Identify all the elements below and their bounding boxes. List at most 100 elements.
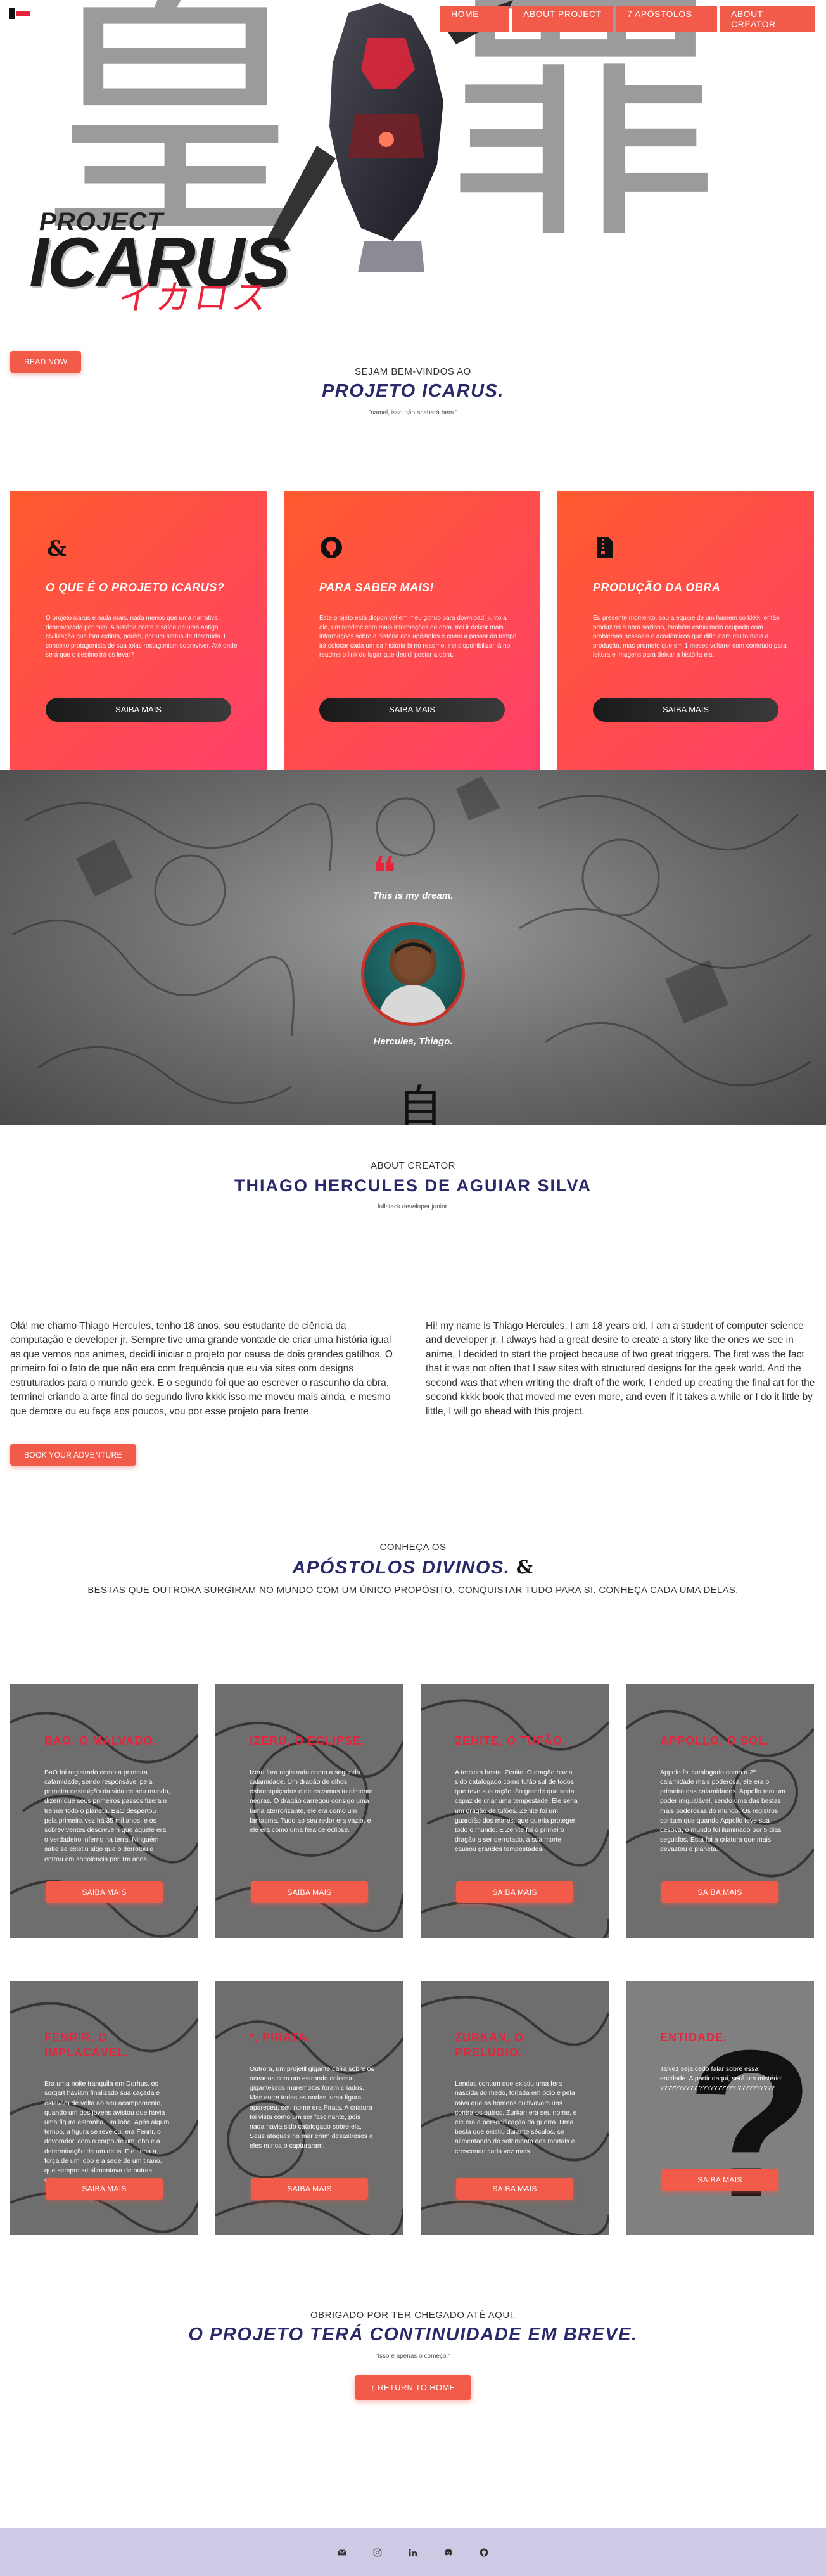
avatar-portrait — [377, 942, 449, 1023]
dnd-icon: & — [47, 536, 67, 561]
apostle-card: BAO, O MALVADO. BaO foi registrado como … — [10, 1684, 198, 1939]
nav-about-creator[interactable]: ABOUT CREATOR — [720, 6, 815, 32]
apostle-card: APPOLLO, O SOL. Appolo foi catalogado co… — [626, 1684, 814, 1939]
apostle-saiba-mais-button[interactable]: SAIBA MAIS — [456, 1881, 573, 1904]
site-logo[interactable] — [9, 6, 32, 22]
apostle-saiba-mais-button[interactable]: SAIBA MAIS — [46, 2178, 163, 2200]
apostle-saiba-mais-button[interactable]: SAIBA MAIS — [661, 1881, 778, 1904]
feature-title: PRODUÇÃO DA OBRA — [593, 581, 721, 594]
feature-title: O QUE É O PROJETO ICARUS? — [46, 581, 225, 594]
instagram-icon[interactable] — [372, 2547, 383, 2558]
mail-icon[interactable] — [337, 2547, 347, 2558]
welcome-heading: SEJAM BEM-VINDOS AO PROJETO ICARUS. "nam… — [0, 366, 826, 416]
question-mark-art: ? — [687, 2006, 814, 2236]
apostle-text: Izeru fora registrado como a segunda cal… — [250, 1768, 373, 1834]
hero-logo-katakana: イカロス — [115, 278, 274, 317]
apostle-card: ? ENTIDADE. Talvez seja cedo falar sobre… — [626, 1981, 814, 2236]
closing-title: O PROJETO TERÁ CONTINUIDADE EM BREVE. — [188, 2324, 638, 2345]
creator-kicker: ABOUT CREATOR — [370, 1160, 456, 1171]
avatar-name: Hercules, Thiago. — [373, 1036, 453, 1047]
feature-card-github: PARA SABER MAIS! Este projeto está dispo… — [284, 491, 540, 770]
feature-text: O projeto icarus é nada mais, nada menos… — [46, 615, 238, 659]
feature-saiba-mais-button[interactable]: SAIBA MAIS — [46, 698, 231, 722]
apostle-title: BAO, O MALVADO. — [44, 1734, 157, 1748]
apostle-saiba-mais-button[interactable]: SAIBA MAIS — [251, 2178, 368, 2200]
creator-name: THIAGO HERCULES DE AGUIAR SILVA — [234, 1176, 592, 1195]
apostle-card: ZENITE, O TUFÃO. A terceira besta, Zenit… — [421, 1684, 609, 1939]
apostle-title: *, PIRATA. — [250, 2031, 311, 2044]
apostle-card: *, PIRATA. Outrora, um projetil gigante … — [215, 1981, 403, 2236]
closing-section: OBRIGADO POR TER CHEGADO ATÉ AQUI. O PRO… — [0, 2235, 826, 2400]
book-adventure-button[interactable]: BOOK YOUR ADVENTURE — [10, 1444, 136, 1466]
dnd-icon: & — [516, 1556, 534, 1579]
apostle-saiba-mais-button[interactable]: SAIBA MAIS — [251, 1881, 368, 1904]
apostle-title: ZURKAN, O PRELÚDIO. — [455, 2031, 524, 2059]
apostle-text: Outrora, um projetil gigante caíra sobre… — [250, 2065, 374, 2150]
apostle-text: A terceira besta, Zenite. O dragão havia… — [455, 1768, 578, 1854]
return-home-button[interactable]: ↑ RETURN TO HOME — [354, 2375, 472, 2400]
apostle-text: Appolo foi catalogado como a 2ª calamida… — [660, 1768, 785, 1854]
arrow-up-icon: ↑ — [371, 2383, 378, 2393]
nav-about-project[interactable]: ABOUT PROJECT — [512, 6, 613, 32]
apostle-saiba-mais-button[interactable]: SAIBA MAIS — [46, 1881, 163, 1904]
quote-icon: ❝ — [372, 847, 397, 899]
file-zip-icon — [597, 537, 613, 558]
apostle-text: Lendas contam que existiu uma fera nasci… — [455, 2080, 577, 2155]
apostle-text: BaO foi registrado como a primeira calam… — [44, 1768, 170, 1863]
nav-home[interactable]: HOME — [440, 6, 509, 32]
closing-note: "isso é apenas o começo." — [376, 2353, 450, 2361]
main-nav: HOME ABOUT PROJECT 7 APÓSTOLOS ABOUT CRE… — [440, 6, 815, 32]
creator-avatar — [361, 922, 465, 1026]
bio-english: Hi! my name is Thiago Hercules, I am 18 … — [426, 1321, 815, 1417]
creator-role: fullstack developer junior. — [377, 1203, 449, 1210]
apostle-card: FENRIR, O IMPLACÁVEL. Era uma noite tran… — [10, 1981, 198, 2236]
feature-text: Este projeto está disponível em meu gith… — [319, 615, 517, 659]
about-creator-section: ABOUT CREATOR THIAGO HERCULES DE AGUIAR … — [0, 1125, 826, 1466]
apostles-section: CONHEÇA OS APÓSTOLOS DIVINOS. & BESTAS Q… — [0, 1466, 826, 2236]
apostle-saiba-mais-button[interactable]: SAIBA MAIS — [456, 2178, 573, 2200]
dream-banner: ❝ This is my dream. Hercules, Thiago. 自 — [0, 770, 826, 1125]
apostle-card: IZERU, O ECLIPSE. Izeru fora registrado … — [215, 1684, 403, 1939]
welcome-title: PROJETO ICARUS. — [322, 381, 504, 401]
apostles-kicker: CONHEÇA OS — [379, 1542, 447, 1553]
welcome-kicker: SEJAM BEM-VINDOS AO — [355, 366, 471, 377]
apostle-card: ZURKAN, O PRELÚDIO. Lendas contam que ex… — [421, 1981, 609, 2236]
feature-saiba-mais-button[interactable]: SAIBA MAIS — [319, 698, 505, 722]
feature-card-about: & O QUE É O PROJETO ICARUS? O projeto ic… — [10, 491, 267, 770]
github-icon[interactable] — [479, 2547, 489, 2558]
apostle-title: FENRIR, O IMPLACÁVEL. — [44, 2031, 129, 2059]
feature-text: Eu presente momento, sou a equipe de um … — [593, 615, 787, 659]
dream-kanji: 自 — [398, 1080, 442, 1125]
linkedin-icon[interactable] — [408, 2547, 418, 2558]
apostle-title: APPOLLO, O SOL. — [660, 1734, 770, 1748]
feature-saiba-mais-button[interactable]: SAIBA MAIS — [593, 698, 778, 722]
svg-text:&: & — [47, 536, 67, 560]
apostles-heading: CONHEÇA OS APÓSTOLOS DIVINOS. & BESTAS Q… — [0, 1466, 826, 1596]
return-home-label: RETURN TO HOME — [378, 2383, 455, 2393]
feature-card-production: PRODUÇÃO DA OBRA Eu presente momento, so… — [557, 491, 814, 770]
bio-portuguese: Olá! me chamo Thiago Hercules, tenho 18 … — [10, 1321, 393, 1417]
welcome-note: "namel, isso não acabará bem." — [368, 409, 458, 416]
apostles-subtitle: BESTAS QUE OUTRORA SURGIRAM NO MUNDO COM… — [87, 1585, 739, 1596]
apostles-title-text: APÓSTOLOS DIVINOS. — [292, 1558, 511, 1579]
apostles-grid: BAO, O MALVADO. BaO foi registrado como … — [0, 1596, 826, 2236]
apostle-title: IZERU, O ECLIPSE. — [250, 1734, 365, 1748]
hero-armored-figure-illustration — [266, 0, 513, 272]
apostle-text: Era uma noite tranquila em Dorhus, os so… — [44, 2080, 170, 2184]
footer — [0, 2528, 826, 2576]
creator-heading: ABOUT CREATOR THIAGO HERCULES DE AGUIAR … — [0, 1160, 826, 1210]
apostle-title: ENTIDADE. — [660, 2031, 728, 2044]
github-icon — [321, 537, 342, 558]
page: 皇 罪 HOME ABOUT PROJECT 7 APÓSTOLOS ABOUT… — [0, 0, 826, 2576]
discord-icon[interactable] — [443, 2547, 454, 2558]
creator-bio: Olá! me chamo Thiago Hercules, tenho 18 … — [0, 1210, 826, 1419]
welcome-section: READ NOW SEJAM BEM-VINDOS AO PROJETO ICA… — [0, 342, 826, 482]
dream-quote: This is my dream. — [372, 890, 454, 901]
feature-title: PARA SABER MAIS! — [319, 581, 435, 594]
nav-apostolos[interactable]: 7 APÓSTOLOS — [616, 6, 717, 32]
apostle-title: ZENITE, O TUFÃO. — [455, 1734, 566, 1748]
apostle-saiba-mais-button[interactable]: SAIBA MAIS — [661, 2169, 778, 2191]
apostle-text: Talvez seja cedo falar sobre essa entida… — [660, 2065, 783, 2092]
apostles-title: APÓSTOLOS DIVINOS. & — [0, 1556, 826, 1579]
feature-cards: & O QUE É O PROJETO ICARUS? O projeto ic… — [0, 482, 826, 770]
